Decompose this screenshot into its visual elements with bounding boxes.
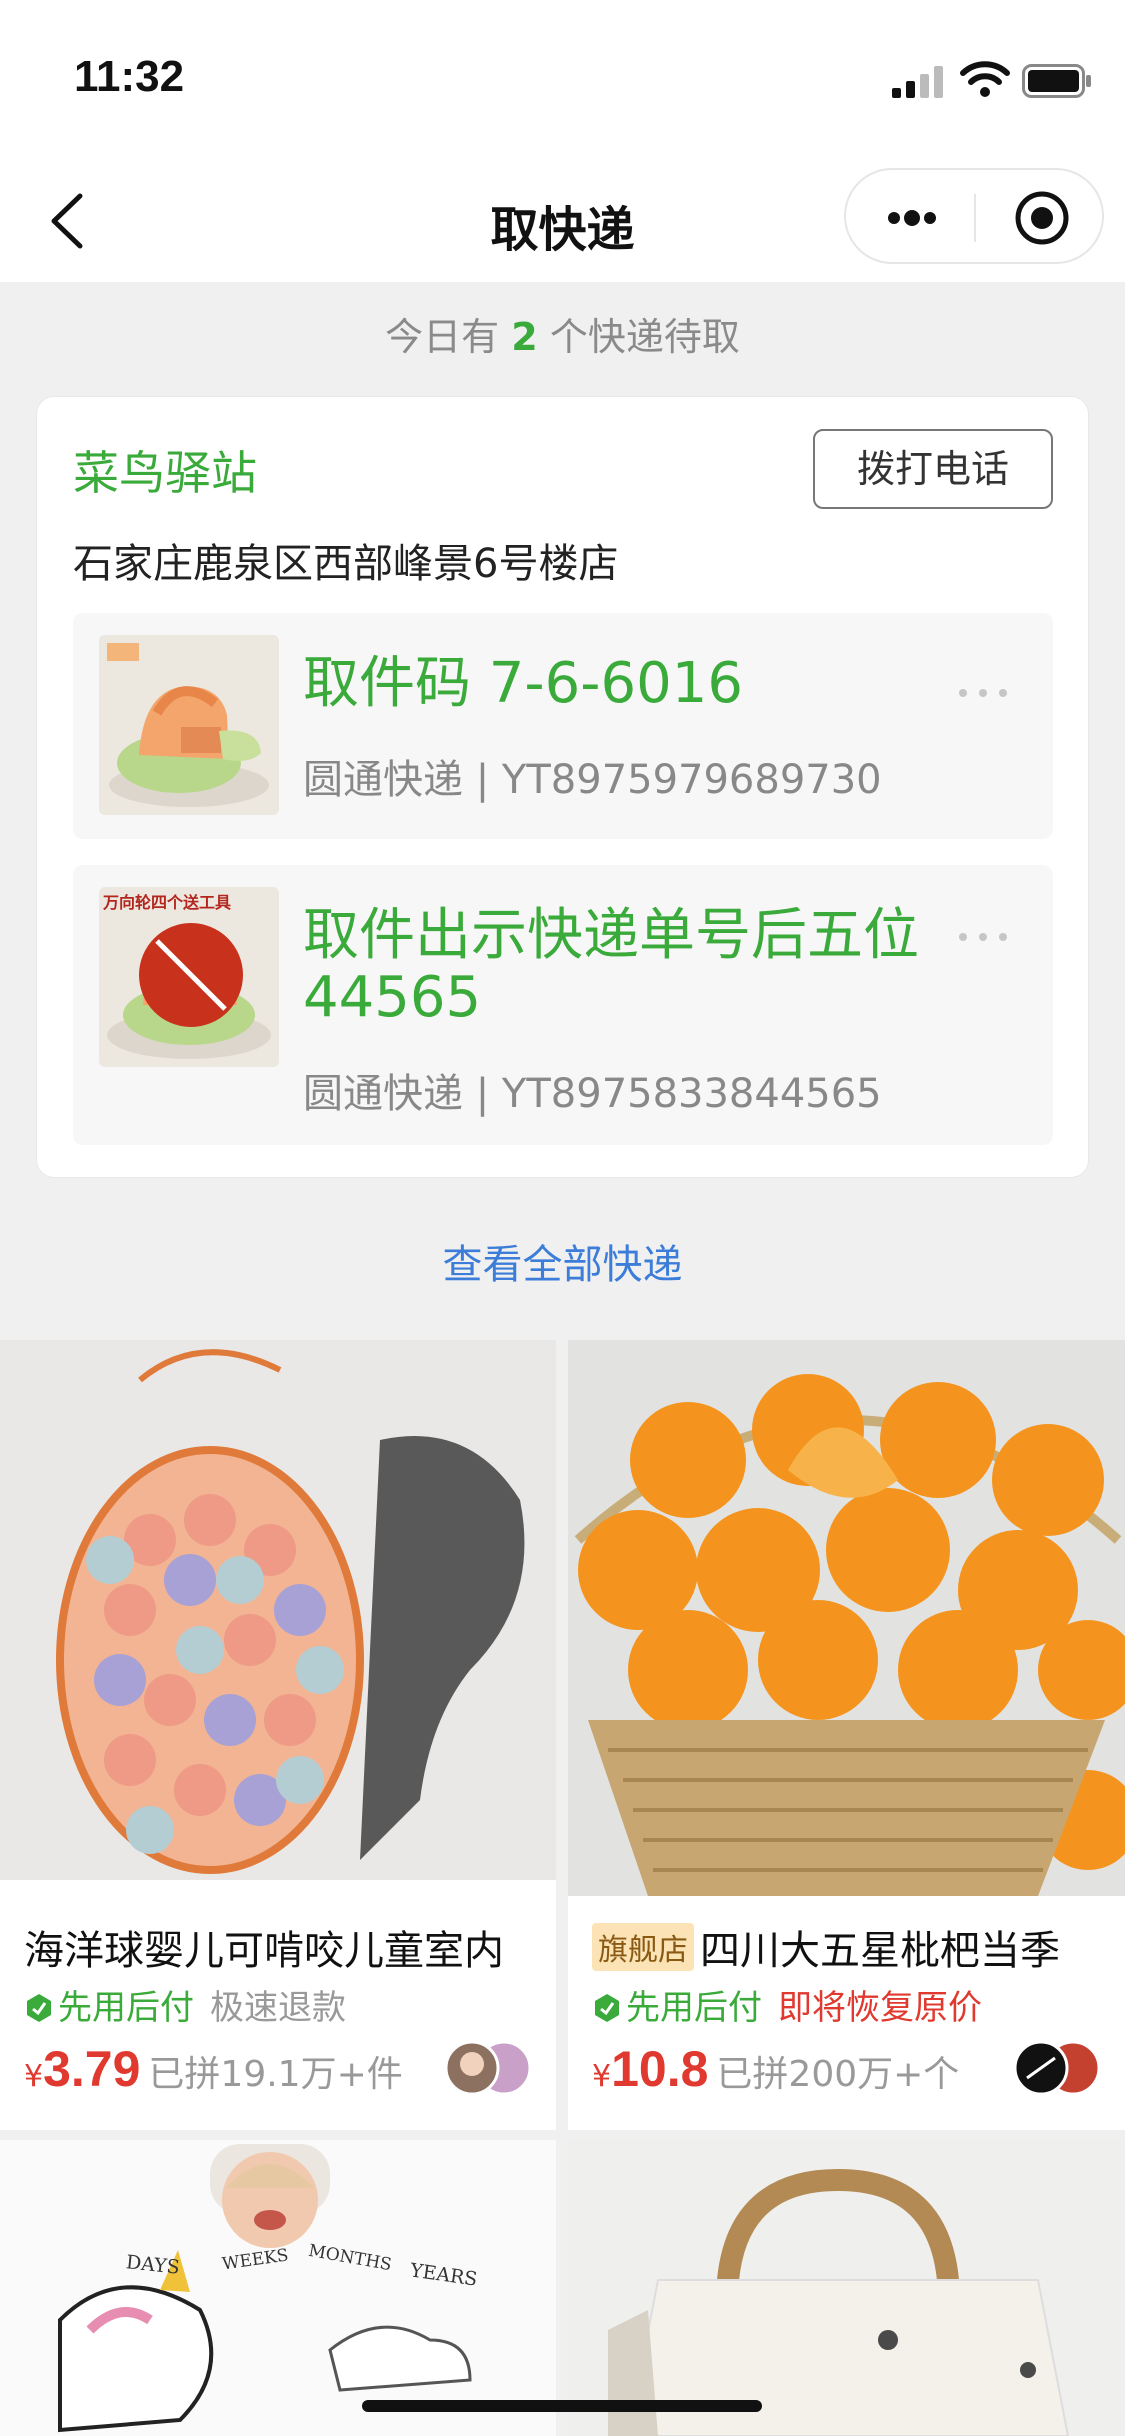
product-image: DAYS WEEKS MONTHS YEARS	[0, 2140, 556, 2436]
pending-count: 2	[511, 315, 538, 359]
battery-icon	[1022, 64, 1091, 98]
fast-refund-tag: 极速退款	[210, 1988, 346, 2028]
buyer-avatars	[1013, 2040, 1101, 2096]
nav-bar: 取快递	[0, 160, 1125, 282]
price-line: ¥3.79 已拼19.1万+件	[24, 2040, 403, 2098]
currency-symbol: ¥	[24, 2059, 44, 2094]
product-price: 3.79	[43, 2041, 141, 2097]
tracking-info: 圆通快递 | YT8975833844565	[303, 1061, 882, 1119]
product-title: 旗舰店 四川大五星枇杷当季	[592, 1918, 1060, 1976]
status-bar: 11:32	[0, 0, 1125, 160]
mini-program-capsule	[844, 168, 1104, 264]
pay-later-tag: 先用后付	[626, 1988, 762, 2028]
tracking-number: YT8975833844565	[501, 1071, 882, 1117]
separator: |	[475, 757, 502, 803]
wifi-icon	[960, 61, 1010, 97]
tracking-info: 圆通快递 | YT8975979689730	[303, 747, 882, 805]
product-image	[568, 2140, 1125, 2436]
capsule-divider	[974, 194, 976, 242]
signal-icon	[892, 66, 943, 98]
currency-symbol: ¥	[592, 2059, 612, 2094]
pending-notice: 今日有 2 个快递待取	[0, 306, 1125, 361]
pickup-instruction: 取件出示快递单号后五位44565	[303, 903, 919, 1030]
home-indicator	[362, 2400, 762, 2412]
sold-count: 已拼19.1万+件	[148, 2054, 403, 2095]
pay-later-tag: 先用后付	[58, 1988, 194, 2028]
flagship-badge: 旗舰店	[592, 1923, 694, 1971]
product-image	[568, 1340, 1125, 1896]
buyer-avatars	[444, 2040, 532, 2096]
carrier-name: 圆通快递	[303, 1071, 463, 1117]
close-program-icon[interactable]	[1014, 190, 1070, 246]
tracking-number: YT8975979689730	[501, 757, 882, 803]
product-tags: 先用后付 即将恢复原价	[592, 1980, 982, 2029]
sold-count: 已拼200万+个	[716, 2054, 960, 2095]
package-thumbnail: 万向轮四个送工具	[99, 887, 279, 1067]
product-price: 10.8	[611, 2041, 709, 2097]
station-address: 石家庄鹿泉区西部峰景6号楼店	[73, 541, 619, 587]
separator: |	[475, 1071, 502, 1117]
pay-later-badge-icon	[27, 1994, 51, 2022]
product-card[interactable]: 海洋球婴儿可啃咬儿童室内 先用后付 极速退款 ¥3.79 已拼19.1万+件	[0, 1340, 556, 2130]
product-card[interactable]: 旗舰店 四川大五星枇杷当季 先用后付 即将恢复原价 ¥10.8 已拼200万+个	[568, 1340, 1125, 2130]
station-name: 菜鸟驿站	[73, 446, 257, 500]
notice-suffix: 个快递待取	[549, 315, 740, 359]
package-item[interactable]: 万向轮四个送工具 取件出示快递单号后五位44565 圆通快递 | YT89758…	[73, 865, 1053, 1145]
station-card: 菜鸟驿站 拨打电话 石家庄鹿泉区西部峰景6号楼店 取件码 7-6-6016 圆通…	[36, 396, 1089, 1178]
pickup-code: 取件码 7-6-6016	[303, 651, 743, 716]
package-item[interactable]: 取件码 7-6-6016 圆通快递 | YT8975979689730	[73, 613, 1053, 839]
thumbnail-caption: 万向轮四个送工具	[103, 893, 232, 912]
product-title-text: 四川大五星枇杷当季	[700, 1928, 1060, 1974]
pay-later-badge-icon	[595, 1994, 619, 2022]
more-options-icon[interactable]	[882, 192, 942, 244]
more-dots-icon[interactable]	[953, 927, 1013, 947]
carrier-name: 圆通快递	[303, 757, 463, 803]
product-card[interactable]	[568, 2140, 1125, 2436]
product-tags: 先用后付 极速退款	[24, 1980, 346, 2029]
package-thumbnail	[99, 635, 279, 815]
price-restore-tag: 即将恢复原价	[778, 1988, 982, 2028]
product-image	[0, 1340, 556, 1896]
product-title-text: 海洋球婴儿可啃咬儿童室内	[24, 1928, 504, 1974]
product-title: 海洋球婴儿可啃咬儿童室内	[24, 1918, 504, 1976]
notice-prefix: 今日有	[385, 315, 500, 359]
view-all-link[interactable]: 查看全部快递	[0, 1232, 1125, 1290]
status-time: 11:32	[74, 52, 185, 101]
more-dots-icon[interactable]	[953, 683, 1013, 703]
product-card[interactable]: DAYS WEEKS MONTHS YEARS	[0, 2140, 556, 2436]
call-button[interactable]: 拨打电话	[813, 429, 1053, 509]
price-line: ¥10.8 已拼200万+个	[592, 2040, 959, 2098]
